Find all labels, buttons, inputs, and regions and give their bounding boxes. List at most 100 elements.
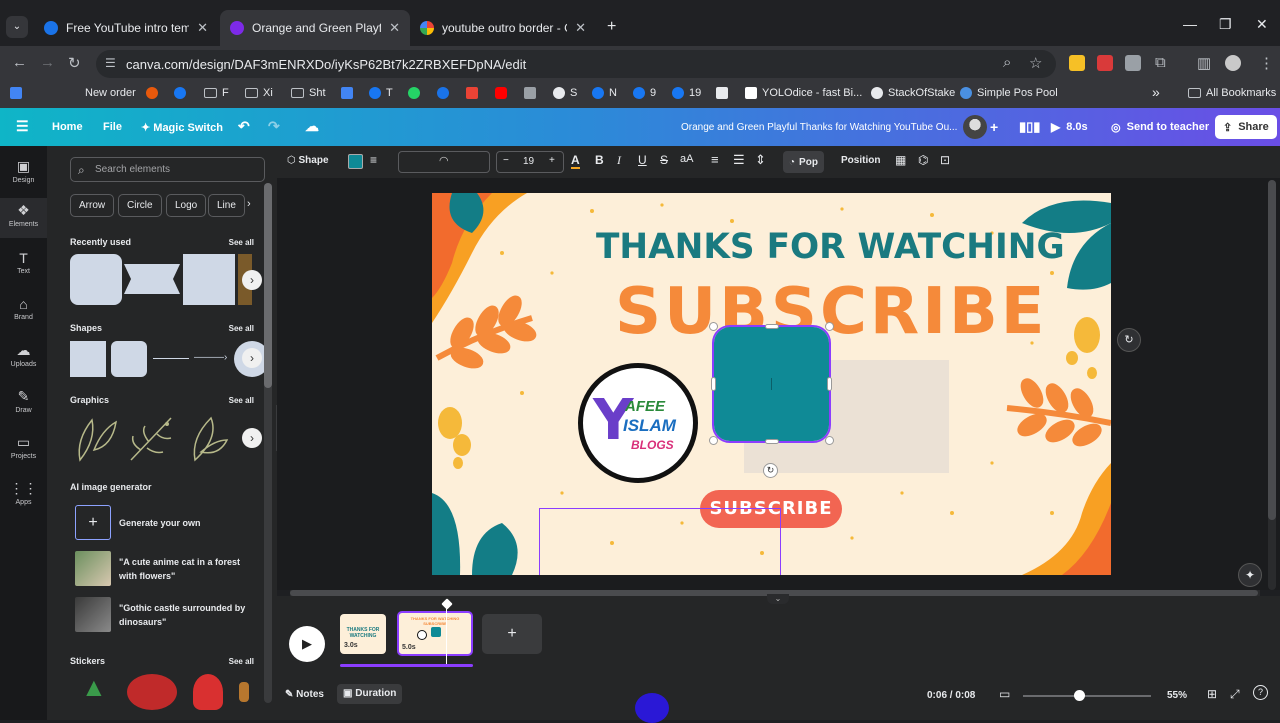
document-title[interactable]: Orange and Green Playful Thanks for Watc… <box>681 122 957 133</box>
fill-color-swatch[interactable] <box>348 154 363 169</box>
bookmark-folder-f[interactable]: F <box>204 87 229 99</box>
extension-yellow-icon[interactable] <box>1069 55 1085 71</box>
new-tab-button[interactable]: + <box>607 18 616 36</box>
graphic-leaves-1[interactable] <box>72 410 120 464</box>
resize-handle[interactable] <box>825 322 834 331</box>
send-to-teacher-button[interactable]: ◎ Send to teacher <box>1103 115 1217 139</box>
increase-font-button[interactable]: + <box>549 155 555 166</box>
rail-uploads[interactable]: ☁ Uploads <box>0 342 47 368</box>
paint-format-icon[interactable]: ⌬ <box>918 153 928 167</box>
see-all-graphics[interactable]: See all <box>229 396 254 405</box>
collaborator-avatar[interactable] <box>963 115 987 139</box>
bookmark-simple-pos-pool[interactable]: Simple Pos Pool <box>960 87 1058 99</box>
bookmark-item[interactable]: 19 <box>672 87 701 99</box>
italic-icon[interactable]: I <box>617 153 621 168</box>
rail-projects[interactable]: ▭ Projects <box>0 434 47 460</box>
gothic-castle-thumb[interactable] <box>75 597 111 632</box>
chip-circle[interactable]: Circle <box>118 194 162 217</box>
generate-plus-tile[interactable]: + <box>75 505 111 540</box>
bookmark-item[interactable] <box>716 87 733 99</box>
pop-animation-button[interactable]: ◔ Pop <box>783 151 824 173</box>
workspace-scrollbar[interactable] <box>1268 180 1276 590</box>
bookmark-yolodice[interactable]: YOLOdice - fast Bi... <box>745 87 862 99</box>
minimize-icon[interactable]: — <box>1183 16 1197 32</box>
bookmark-item[interactable] <box>408 87 425 99</box>
tab-search-button[interactable]: ⌄ <box>6 16 28 38</box>
zoom-lens-icon[interactable]: ⌕ <box>1003 54 1011 71</box>
magic-switch-button[interactable]: ✦ Magic Switch <box>141 121 223 134</box>
yafee-islam-blogs-logo[interactable]: Y AFEE ISLAM BLOGS <box>578 363 698 483</box>
graphic-leaves-2[interactable] <box>185 410 233 464</box>
shape-line[interactable] <box>153 358 189 359</box>
play-presentation-button[interactable]: ▶ 8.0s <box>1043 115 1096 139</box>
chip-line[interactable]: Line <box>208 194 245 217</box>
chevron-right-icon[interactable]: › <box>247 198 251 210</box>
close-icon[interactable]: ✕ <box>197 20 208 36</box>
bookmark-item[interactable] <box>341 87 358 99</box>
bookmark-new-order[interactable]: New order <box>85 87 136 99</box>
share-button[interactable]: ⇪ Share <box>1215 115 1277 139</box>
file-button[interactable]: File <box>103 121 122 133</box>
font-family-dropdown[interactable]: ◠ <box>398 151 490 173</box>
rail-design[interactable]: ▣ Design <box>0 158 47 196</box>
scrollbar-thumb[interactable] <box>264 183 272 388</box>
prompt-gothic-castle[interactable]: "Gothic castle surrounded by dinosaurs" <box>119 601 254 629</box>
see-all-shapes[interactable]: See all <box>229 324 254 333</box>
shape-square[interactable] <box>70 341 106 377</box>
menu-icon[interactable]: ☰ <box>16 118 29 135</box>
sticker-christmas-tree[interactable]: ▲ <box>81 672 107 703</box>
line-spacing-icon[interactable]: ⇕ <box>755 152 766 168</box>
bookmarks-overflow-button[interactable]: » <box>1152 84 1160 100</box>
chrome-menu-icon[interactable]: ⋮ <box>1259 54 1274 72</box>
text-color-icon[interactable]: A <box>571 153 580 169</box>
chevron-right-icon[interactable]: › <box>242 428 262 448</box>
strikethrough-icon[interactable]: S <box>660 153 668 167</box>
chip-arrow[interactable]: Arrow <box>70 194 115 217</box>
bookmark-folder-sht[interactable]: Sht <box>291 87 326 99</box>
generate-your-own[interactable]: Generate your own <box>119 516 201 530</box>
extensions-puzzle-icon[interactable]: ⧉ <box>1155 54 1166 71</box>
bookmark-item[interactable]: 9 <box>633 87 656 99</box>
page-view-icon[interactable]: ▭ <box>999 687 1010 701</box>
all-bookmarks-button[interactable]: All Bookmarks <box>1188 87 1276 99</box>
grid-view-icon[interactable]: ⊞ <box>1207 687 1217 701</box>
shape-rounded-square[interactable] <box>111 341 147 377</box>
rotate-handle-icon[interactable]: ↻ <box>763 463 778 478</box>
chevron-right-icon[interactable]: › <box>242 348 262 368</box>
close-icon[interactable]: ✕ <box>575 20 586 36</box>
bookmark-star-icon[interactable]: ☆ <box>1029 54 1042 72</box>
rail-elements[interactable]: ❖ Elements <box>0 198 47 238</box>
panel-scrollbar[interactable] <box>264 183 272 703</box>
underline-icon[interactable]: U <box>638 153 647 167</box>
bold-icon[interactable]: B <box>595 153 604 167</box>
recent-rounded-square[interactable] <box>70 254 122 305</box>
rail-apps[interactable]: ⋮⋮ Apps <box>0 480 47 506</box>
letter-case-icon[interactable]: aA <box>680 153 693 165</box>
tab-youtube-intro[interactable]: Free YouTube intro templates to ✕ <box>34 10 218 46</box>
resize-handle[interactable] <box>825 436 834 445</box>
bookmark-stackofstake[interactable]: StackOfStake <box>871 87 955 99</box>
site-info-icon[interactable]: ☰ <box>105 56 116 70</box>
insights-chart-icon[interactable]: ▮▯▮ <box>1019 119 1040 135</box>
bookmark-item[interactable] <box>495 87 512 99</box>
restore-icon[interactable]: ❐ <box>1219 16 1232 33</box>
border-style-icon[interactable]: ≡ <box>370 153 377 167</box>
bookmark-item[interactable] <box>466 87 483 99</box>
bookmark-item[interactable] <box>174 87 191 99</box>
bookmark-item[interactable] <box>437 87 454 99</box>
notes-button[interactable]: ✎ Notes <box>285 689 324 700</box>
magic-assistant-button[interactable]: ✦ <box>1238 563 1262 587</box>
reload-icon[interactable]: ↻ <box>68 54 81 72</box>
design-page[interactable]: THANKS FOR WATCHING SUBSCRIBE Y AFEE ISL… <box>432 193 1111 575</box>
resize-handle[interactable] <box>765 324 779 329</box>
resize-handle[interactable] <box>765 439 779 444</box>
bookmark-item[interactable]: S <box>553 87 577 99</box>
decrease-font-button[interactable]: − <box>503 155 509 166</box>
timeline-page-1[interactable]: THANKS FOR WATCHING 3.0s <box>340 614 386 654</box>
bookmark-item[interactable] <box>146 87 163 99</box>
bookmark-item[interactable]: N <box>592 87 617 99</box>
rail-text[interactable]: T Text <box>0 250 47 275</box>
shape-arrow-line[interactable]: ———› <box>194 352 230 363</box>
fullscreen-icon[interactable]: ⤢ <box>1230 687 1240 702</box>
zoom-level[interactable]: 55% <box>1167 690 1187 701</box>
